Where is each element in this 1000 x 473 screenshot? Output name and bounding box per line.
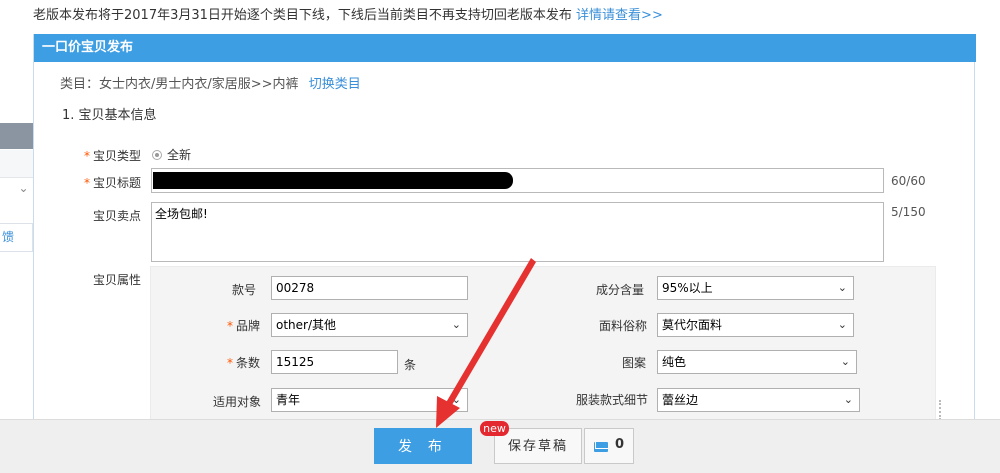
chevron-down-icon[interactable]: ⌄ [16,181,31,196]
count-input[interactable]: 15125 [271,350,398,374]
selling-point-counter: 5/150 [891,205,926,219]
feedback-link[interactable]: 馈 [0,223,33,252]
target-select-value: 青年 [276,393,301,407]
brand-select[interactable]: other/其他 ⌄ [271,313,468,337]
brand-label-text: 品牌 [236,319,261,333]
content-select-value: 95%以上 [662,281,713,295]
detail-select[interactable]: 蕾丝边 ⌄ [657,388,860,412]
brand-label: * 品牌 [227,317,260,334]
publish-button[interactable]: 发 布 [374,428,472,464]
count-unit: 条 [404,358,417,372]
count-label-text: 条数 [236,356,261,370]
resize-handle [939,400,943,420]
new-badge: new [480,421,509,436]
redacted-title-text [153,172,513,189]
chevron-down-icon: ⌄ [843,393,853,406]
count-label: * 条数 [227,354,260,371]
sidebar-row [0,150,33,178]
detail-label: 服装款式细节 [576,393,649,407]
fabric-select[interactable]: 莫代尔面料 ⌄ [657,313,854,337]
required-mark: * [227,356,233,370]
chevron-down-icon: ⌄ [840,355,850,368]
item-type-option: 全新 [167,148,192,162]
title-char-counter: 60/60 [891,174,926,188]
radio-icon[interactable] [152,149,162,160]
chevron-down-icon: ⌄ [451,393,461,406]
chevron-down-icon: ⌄ [451,318,461,331]
item-title-label: * 宝贝标题 [84,174,141,191]
target-select[interactable]: 青年 ⌄ [271,388,468,412]
selling-point-label: 宝贝卖点 [93,209,142,223]
selling-point-textarea[interactable]: 全场包邮! [151,202,884,262]
notice-text: 老版本发布将于2017年3月31日开始逐个类目下线，下线后当前类目不再支持切回老… [33,8,572,23]
item-type-label-text: 宝贝类型 [93,149,142,163]
mail-icon [594,442,608,452]
section-title: 1. 宝贝基本信息 [62,108,157,123]
item-title-label-text: 宝贝标题 [93,176,142,190]
category-text: 类目：女士内衣/男士内衣/家居服>>内裤 [60,77,299,92]
pattern-select-value: 纯色 [662,355,687,369]
content-label: 成分含量 [596,283,645,297]
item-title-input[interactable] [151,168,884,193]
content-select[interactable]: 95%以上 ⌄ [657,276,854,300]
chevron-down-icon: ⌄ [837,281,847,294]
sidebar-header-bar [0,123,33,149]
switch-category-link[interactable]: 切换类目 [309,77,361,92]
item-type-radio-group[interactable]: 全新 [152,146,191,163]
style-no-label: 款号 [232,283,257,297]
required-mark: * [84,176,90,190]
fabric-label: 面料俗称 [599,319,648,333]
pattern-label: 图案 [622,356,647,370]
brand-select-value: other/其他 [276,318,337,332]
required-mark: * [84,149,90,163]
category-breadcrumb: 类目：女士内衣/男士内衣/家居服>>内裤 切换类目 [60,73,361,92]
fabric-select-value: 莫代尔面料 [662,318,723,332]
deprecation-notice: 老版本发布将于2017年3月31日开始逐个类目下线，下线后当前类目不再支持切回老… [33,4,663,23]
notice-details-link[interactable]: 详情请查看>> [576,8,663,23]
item-type-label: * 宝贝类型 [84,147,141,164]
style-no-input[interactable]: 00278 [271,276,468,300]
attributes-label: 宝贝属性 [93,273,142,287]
panel-title: 一口价宝贝发布 [34,34,976,62]
draft-count: 0 [615,437,625,452]
drafts-button[interactable]: 0 [584,428,634,464]
target-label: 适用对象 [213,395,262,409]
required-mark: * [227,319,233,333]
detail-select-value: 蕾丝边 [662,393,699,407]
pattern-select[interactable]: 纯色 ⌄ [657,350,857,374]
chevron-down-icon: ⌄ [837,318,847,331]
